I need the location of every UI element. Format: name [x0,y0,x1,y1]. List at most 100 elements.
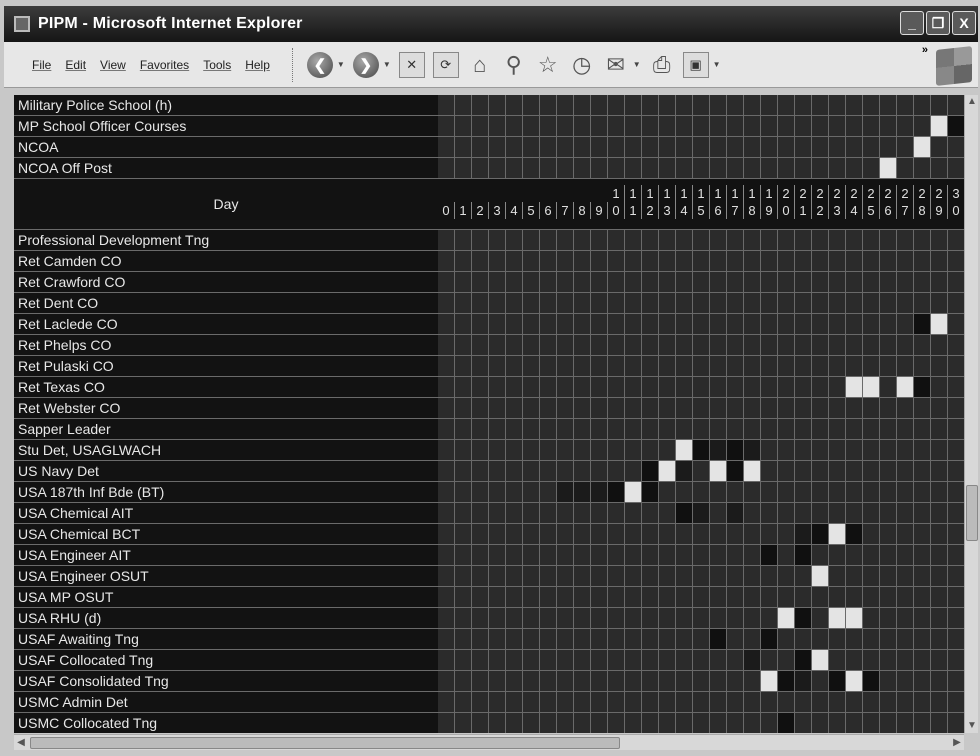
grid-cell [574,95,591,116]
search-icon[interactable]: ⚲ [501,52,527,78]
grid-cell [489,398,506,419]
grid-cell [574,440,591,461]
grid-cell [710,629,727,650]
row-label: Ret Phelps CO [14,335,438,356]
grid-cell [914,608,931,629]
day-header-ones: 4 [846,202,863,219]
grid-cell [523,629,540,650]
row-label: USA 187th Inf Bde (BT) [14,482,438,503]
grid-cell [727,503,744,524]
menu-view[interactable]: View [100,58,126,72]
grid-cell [795,398,812,419]
grid-cell [455,335,472,356]
maximize-button[interactable]: ❐ [926,11,950,35]
grid-cell [812,713,829,733]
history-icon[interactable]: ◷ [569,52,595,78]
grid-cell [455,95,472,116]
grid-cell [812,293,829,314]
scroll-down-icon[interactable]: ▼ [965,719,979,733]
back-icon[interactable]: ❮ [306,51,333,78]
close-button[interactable]: X [952,11,976,35]
grid-cell [829,713,846,733]
day-header-tens: 1 [693,185,710,202]
menu-edit[interactable]: Edit [65,58,86,72]
grid-cell [931,293,948,314]
horizontal-scrollbar[interactable]: ◀ ▶ [14,734,964,750]
grid-cell [727,608,744,629]
edit-icon[interactable]: ▣ [682,51,709,78]
menu-favorites[interactable]: Favorites [140,58,189,72]
toolbar-overflow-button[interactable]: » [922,44,928,56]
refresh-icon[interactable]: ⟳ [432,51,459,78]
grid-cell [642,293,659,314]
horizontal-scroll-thumb[interactable] [30,737,620,749]
grid-cell [948,587,964,608]
toolbar-separator [291,47,293,82]
grid-cell [727,566,744,587]
grid-cell [676,587,693,608]
grid-cell [489,608,506,629]
grid-cell [574,398,591,419]
minimize-button[interactable]: _ [900,11,924,35]
grid-cell [846,587,863,608]
grid-cell [557,314,574,335]
grid-cell [710,545,727,566]
day-header-ones: 3 [829,202,846,219]
grid-cell [472,314,489,335]
grid-cell [829,671,846,692]
page-content: Military Police School (h) MP School Offi… [14,95,964,733]
scroll-right-icon[interactable]: ▶ [950,735,964,751]
back-dropdown-icon[interactable]: ▼ [337,60,345,69]
vertical-scroll-thumb[interactable] [966,485,978,541]
grid-cell [727,335,744,356]
grid-cell [812,314,829,335]
mail-dropdown-icon[interactable]: ▼ [633,60,641,69]
grid-cell [710,230,727,251]
grid-cell [523,251,540,272]
grid-cell [608,230,625,251]
grid-cell [829,545,846,566]
grid-cell [472,293,489,314]
grid-cell [880,251,897,272]
stop-icon[interactable]: ✕ [398,51,425,78]
menu-help[interactable]: Help [245,58,270,72]
grid-cell [931,419,948,440]
grid-cell [812,377,829,398]
forward-icon[interactable]: ❯ [352,51,379,78]
grid-cell [914,314,931,335]
grid-cell [710,398,727,419]
grid-cell [608,692,625,713]
grid-cell [574,545,591,566]
print-icon[interactable]: ⎙ [649,52,675,78]
day-header-ones: 9 [931,202,948,219]
grid-cell [761,116,778,137]
grid-cell [540,524,557,545]
grid-cell [472,482,489,503]
vertical-scrollbar[interactable]: ▲ ▼ [964,95,978,733]
day-header-tens: 2 [846,185,863,202]
menu-tools[interactable]: Tools [203,58,231,72]
grid-cell [523,587,540,608]
grid-cell [829,116,846,137]
grid-cell [676,671,693,692]
mail-icon[interactable]: ✉ [603,52,629,78]
day-header-tens: 1 [710,185,727,202]
grid-cell [761,587,778,608]
grid-cell [472,629,489,650]
home-icon[interactable]: ⌂ [467,52,493,78]
scroll-up-icon[interactable]: ▲ [965,95,979,109]
grid-cell [625,566,642,587]
grid-cell [863,314,880,335]
grid-cell [863,671,880,692]
grid-cell [591,524,608,545]
favorites-icon[interactable]: ☆ [535,52,561,78]
grid-cell [659,503,676,524]
scroll-left-icon[interactable]: ◀ [14,735,28,751]
edit-dropdown-icon[interactable]: ▼ [713,60,721,69]
menu-file[interactable]: File [32,58,51,72]
grid-cell [795,377,812,398]
grid-cell [591,293,608,314]
grid-cell [693,95,710,116]
forward-dropdown-icon[interactable]: ▼ [383,60,391,69]
grid-cell [540,629,557,650]
